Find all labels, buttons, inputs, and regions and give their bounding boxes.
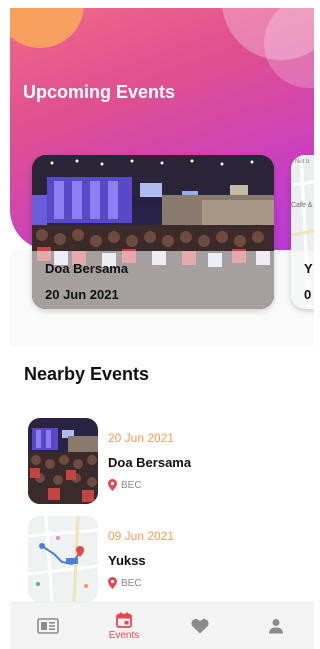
location-pin-icon — [108, 577, 117, 589]
nav-profile[interactable] — [246, 604, 306, 648]
decorative-circle-orange — [10, 8, 84, 48]
event-name: Doa Bersama — [108, 455, 192, 470]
map-label: Not b — [295, 159, 310, 165]
event-name: Yukss — [108, 553, 146, 568]
event-thumbnail — [28, 516, 98, 602]
upcoming-event-card[interactable]: Not b Cafe & Y 0 — [291, 155, 314, 309]
map-image — [291, 155, 314, 309]
nav-favorites[interactable] — [170, 604, 230, 648]
news-icon — [37, 618, 59, 634]
location-text: BEC — [121, 479, 142, 491]
bottom-navigation: Events — [10, 602, 314, 649]
event-date: 20 Jun 2021 — [45, 287, 119, 302]
decorative-circle-white-small — [264, 8, 314, 88]
upcoming-event-card[interactable]: Doa Bersama 20 Jun 2021 — [32, 155, 274, 309]
heart-icon — [191, 619, 209, 634]
event-date: 0 — [304, 287, 312, 302]
nav-label: Events — [108, 629, 140, 641]
list-item[interactable]: 09 Jun 2021 Yukss BEC — [28, 516, 298, 602]
location-text: BEC — [121, 577, 142, 589]
event-thumbnail — [28, 418, 98, 504]
event-date: 09 Jun 2021 — [108, 529, 175, 543]
calendar-icon — [116, 612, 132, 628]
map-thumbnail-icon — [28, 516, 98, 602]
event-name: Doa Bersama — [45, 261, 129, 276]
event-date: 20 Jun 2021 — [108, 431, 175, 445]
location-pin-icon — [108, 479, 117, 491]
event-name: Y — [304, 261, 313, 276]
page-title: Upcoming Events — [23, 82, 176, 102]
app-screen: Upcoming Events Doa Bersama 20 Jun 2021 … — [0, 0, 314, 649]
event-location: BEC — [108, 577, 142, 589]
concert-photo-icon — [28, 418, 98, 504]
nav-events[interactable]: Events — [94, 604, 154, 648]
section-title: Nearby Events — [24, 364, 150, 384]
map-label: Cafe & — [291, 202, 313, 209]
nav-news[interactable] — [18, 604, 78, 648]
profile-icon — [269, 619, 283, 634]
list-item[interactable]: 20 Jun 2021 Doa Bersama BEC — [28, 418, 298, 504]
event-location: BEC — [108, 479, 142, 491]
